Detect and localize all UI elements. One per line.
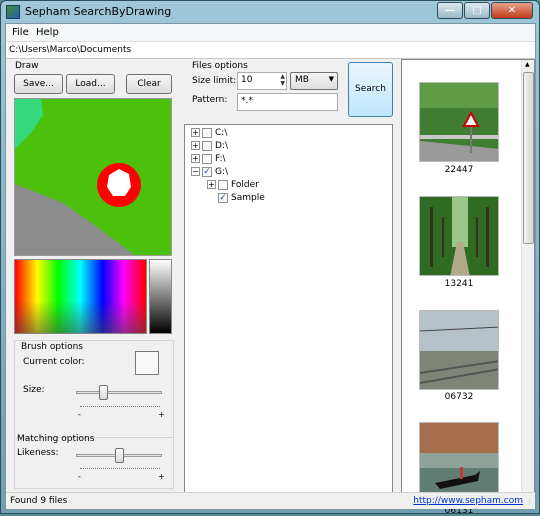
size-max-mark: + [158,410,165,419]
matching-options-panel [14,437,174,489]
pattern-label: Pattern: [192,95,228,105]
checkbox-f[interactable] [202,154,212,164]
search-button[interactable]: Search [348,62,393,117]
likeness-slider-ticks [80,468,160,471]
result-label: 13241 [444,279,474,289]
files-options-label: Files options [192,61,248,71]
tree-avenue-photo [420,197,498,275]
unit-select[interactable]: MB ▼ [290,72,338,90]
resize-grip-icon[interactable]: ⋮ [526,498,533,506]
matching-options-label: Matching options [17,434,95,444]
expand-icon[interactable]: + [191,128,200,137]
scroll-up-icon[interactable]: ▲ [525,61,530,68]
status-bar: Found 9 files http://www.sepham.com ⋮ [6,492,535,509]
path-bar[interactable]: C:\Users\Marco\Documents [6,42,535,59]
size-min-mark: - [78,410,81,419]
likeness-min-mark: - [78,472,81,481]
color-palette[interactable] [14,259,147,334]
railway-photo [420,311,498,389]
result-label: 06732 [444,392,474,402]
expand-icon[interactable]: + [207,180,216,189]
website-link[interactable]: http://www.sepham.com [413,496,523,506]
scroll-thumb[interactable] [523,72,534,244]
drawing-shapes [15,99,141,255]
tree-label-c: C:\ [215,128,228,138]
client-area: File Help C:\Users\Marco\Documents Draw … [5,23,536,516]
size-slider-thumb[interactable] [99,385,109,400]
road-sign-photo [420,83,498,161]
result-image[interactable] [419,196,499,276]
checkbox-c[interactable] [202,128,212,138]
save-button[interactable]: Save... [14,74,63,94]
result-image[interactable] [419,310,499,390]
pattern-input[interactable]: *.* [237,93,338,111]
tree-label-folder: Folder [231,180,259,190]
chevron-down-icon: ▼ [328,75,334,83]
tree-node-c[interactable]: + C:\ [191,127,251,139]
draw-group-label: Draw [15,61,39,71]
menu-bar: File Help [6,24,535,42]
size-slider-ticks [80,406,160,409]
pattern-value: *.* [241,96,253,106]
size-limit-input[interactable]: 10 ▲ ▼ [237,72,287,90]
close-icon: ✕ [507,5,517,16]
load-button[interactable]: Load... [66,74,115,94]
app-window: Sepham SearchByDrawing — □ ✕ File Help C… [0,0,540,516]
status-text: Found 9 files [10,496,68,506]
current-color-label: Current color: [23,357,85,367]
brush-options-label: Brush options [21,342,83,352]
gondola-photo [420,423,498,501]
spinner-icon[interactable]: ▲ ▼ [280,73,285,87]
size-limit-value: 10 [241,75,253,85]
size-limit-label: Size limit: [192,76,237,86]
brightness-bar[interactable] [149,259,172,334]
drawing-canvas[interactable] [14,98,172,256]
menu-file[interactable]: File [12,27,29,38]
result-label: 22447 [444,165,474,175]
tree-node-g[interactable]: − ✓ G:\ [191,166,251,178]
tree-label-g: G:\ [215,167,229,177]
tree-node-d[interactable]: + D:\ [191,140,251,152]
result-image[interactable] [419,422,499,502]
folder-tree[interactable]: + C:\ + D:\ + F:\ − ✓ G:\ + Folder ✓ Sam… [184,124,393,508]
expand-icon[interactable]: + [191,154,200,163]
minimize-button[interactable]: — [437,2,463,19]
checkbox-folder[interactable] [218,180,228,190]
clear-button[interactable]: Clear [126,74,172,94]
likeness-label: Likeness: [17,448,59,458]
current-path: C:\Users\Marco\Documents [9,45,132,55]
tree-label-f: F:\ [215,154,226,164]
tree-label-sample: Sample [231,193,265,203]
title-bar[interactable]: Sepham SearchByDrawing — □ ✕ [1,1,539,23]
checkbox-d[interactable] [202,141,212,151]
menu-help[interactable]: Help [36,27,59,38]
likeness-max-mark: + [158,472,165,481]
tree-node-f[interactable]: + F:\ [191,153,251,165]
app-icon [6,5,20,19]
results-scrollbar[interactable]: ▲ ▼ [521,60,534,507]
window-title: Sepham SearchByDrawing [25,5,172,18]
results-panel[interactable]: 22447 13241 06732 06131 ▲ [401,59,535,516]
likeness-slider-thumb[interactable] [114,448,124,463]
current-color-swatch[interactable] [135,351,159,375]
minimize-icon: — [445,5,455,16]
checkbox-g[interactable]: ✓ [202,167,212,177]
mint-stroke [15,99,43,149]
expand-icon[interactable]: + [191,141,200,150]
maximize-icon: □ [472,5,482,16]
close-button[interactable]: ✕ [491,2,533,19]
result-image[interactable] [419,82,499,162]
unit-value: MB [295,75,309,85]
checkbox-sample[interactable]: ✓ [218,193,228,203]
collapse-icon[interactable]: − [191,167,200,176]
size-slider-track[interactable] [76,391,162,394]
maximize-button[interactable]: □ [464,2,490,19]
tree-label-d: D:\ [215,141,228,151]
tree-node-folder[interactable]: + Folder [207,179,277,191]
tree-node-sample[interactable]: ✓ Sample [207,192,277,204]
size-label: Size: [23,385,45,395]
